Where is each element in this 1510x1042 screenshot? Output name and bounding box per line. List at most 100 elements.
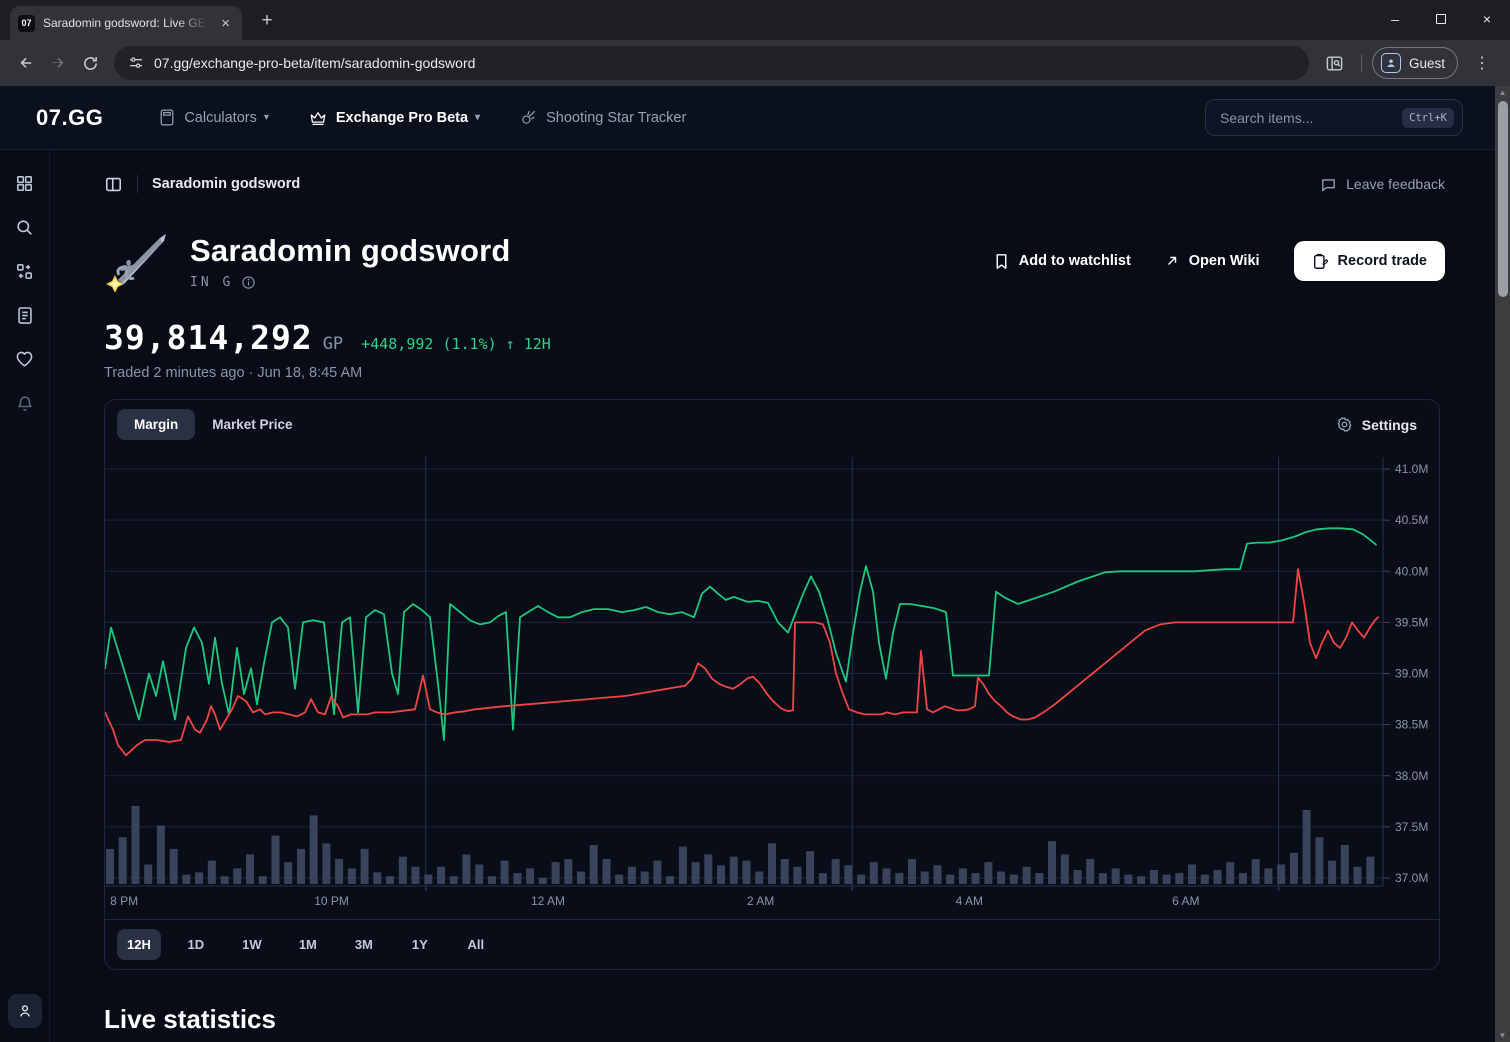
price-change: +448,992 (1.1%) ↑ 12H	[361, 335, 551, 353]
range-1w[interactable]: 1W	[231, 929, 273, 960]
add-to-watchlist-button[interactable]: Add to watchlist	[994, 253, 1131, 270]
item-subtitle: IN G	[190, 275, 511, 290]
svg-text:38.5M: 38.5M	[1395, 718, 1428, 732]
info-icon[interactable]	[241, 275, 256, 290]
browser-titlebar: 07 Saradomin godsword: Live GE P × + – ×	[0, 0, 1510, 40]
feedback-bubble-icon	[1320, 176, 1337, 193]
breadcrumb-divider	[137, 175, 138, 193]
nav-shooting-star[interactable]: Shooting Star Tracker	[520, 109, 686, 126]
nav-label: Shooting Star Tracker	[546, 110, 686, 126]
range-all[interactable]: All	[455, 929, 497, 960]
toolbar-divider	[1361, 54, 1362, 72]
dashboard-grid-icon[interactable]	[14, 172, 36, 194]
svg-text:41.0M: 41.0M	[1395, 462, 1428, 476]
panel-toggle-icon[interactable]	[104, 175, 123, 194]
chart-header: Margin Market Price Settings	[105, 400, 1439, 449]
item-name: Saradomin godsword	[190, 233, 511, 269]
item-header: Saradomin godsword IN G Add to watchlist…	[104, 230, 1445, 292]
settings-label: Settings	[1362, 417, 1417, 433]
compare-items-icon[interactable]	[14, 260, 36, 282]
item-actions: Add to watchlist Open Wiki Record trade	[994, 241, 1445, 281]
menu-kebab-icon[interactable]: ⋮	[1468, 53, 1496, 73]
current-price: 39,814,292	[104, 318, 313, 357]
search-icon[interactable]	[14, 216, 36, 238]
site-content: 07.GG Calculators ▾ Exchange Pro Beta ▾	[0, 86, 1495, 1042]
open-wiki-button[interactable]: Open Wiki	[1165, 253, 1260, 269]
chart-card: Margin Market Price Settings 41.0M 40.5M 4…	[104, 399, 1440, 970]
side-panel-search-icon[interactable]	[1319, 47, 1351, 79]
svg-text:6 AM: 6 AM	[1172, 894, 1199, 908]
svg-text:40.5M: 40.5M	[1395, 513, 1428, 527]
svg-text:4 AM: 4 AM	[956, 894, 983, 908]
left-rail	[0, 150, 50, 1042]
profile-chip[interactable]: Guest	[1372, 47, 1458, 79]
scrollbar-thumb[interactable]	[1498, 101, 1508, 297]
search-input[interactable]	[1220, 110, 1402, 126]
reload-button[interactable]	[74, 47, 106, 79]
tab-market-price[interactable]: Market Price	[195, 409, 309, 440]
nav-calculators[interactable]: Calculators ▾	[159, 109, 269, 126]
svg-text:39.5M: 39.5M	[1395, 615, 1428, 629]
forward-button[interactable]	[42, 47, 74, 79]
scroll-down-icon[interactable]: ▼	[1495, 1029, 1510, 1042]
item-title-block: Saradomin godsword IN G	[190, 233, 511, 290]
browser-tab[interactable]: 07 Saradomin godsword: Live GE P ×	[10, 6, 242, 40]
svg-text:39.0M: 39.0M	[1395, 667, 1428, 681]
close-button[interactable]: ×	[1464, 0, 1510, 38]
svg-text:2 AM: 2 AM	[747, 894, 774, 908]
alerts-bell-icon[interactable]	[14, 392, 36, 414]
shooting-star-icon	[520, 109, 537, 126]
price-chart[interactable]: 41.0M40.5M40.0M39.5M39.0M38.5M38.0M37.5M…	[105, 449, 1439, 919]
main-nav: Calculators ▾ Exchange Pro Beta ▾ Shooti…	[159, 109, 1205, 126]
breadcrumb-item[interactable]: Saradomin godsword	[152, 176, 300, 192]
item-search[interactable]: Ctrl+K	[1205, 99, 1463, 136]
breadcrumb: Saradomin godsword Leave feedback	[104, 170, 1445, 198]
window-controls: – ×	[1372, 0, 1510, 38]
search-shortcut-badge: Ctrl+K	[1402, 108, 1454, 128]
favorites-heart-icon[interactable]	[14, 348, 36, 370]
crown-icon	[309, 110, 327, 126]
nav-label: Calculators	[184, 110, 257, 126]
currency-label: GP	[323, 334, 343, 354]
record-trade-label: Record trade	[1338, 253, 1427, 269]
profile-label: Guest	[1409, 56, 1445, 71]
nav-label: Exchange Pro Beta	[336, 110, 468, 126]
watchlist-label: Add to watchlist	[1019, 253, 1131, 269]
site-logo[interactable]: 07.GG	[36, 105, 103, 131]
range-1y[interactable]: 1Y	[399, 929, 441, 960]
leave-feedback-label: Leave feedback	[1346, 176, 1445, 192]
minimize-button[interactable]: –	[1372, 0, 1418, 38]
new-tab-button[interactable]: +	[254, 8, 280, 34]
address-bar[interactable]: 07.gg/exchange-pro-beta/item/saradomin-g…	[114, 46, 1309, 80]
back-button[interactable]	[10, 47, 42, 79]
url-text: 07.gg/exchange-pro-beta/item/saradomin-g…	[154, 55, 475, 71]
browser-window: 07 Saradomin godsword: Live GE P × + – ×…	[0, 0, 1510, 1042]
notes-document-icon[interactable]	[14, 304, 36, 326]
leave-feedback-button[interactable]: Leave feedback	[1320, 176, 1445, 193]
svg-text:8 PM: 8 PM	[110, 894, 138, 908]
site-favicon: 07	[18, 15, 35, 32]
page-scrollbar[interactable]: ▲ ▼	[1495, 86, 1510, 1042]
tab-margin[interactable]: Margin	[117, 409, 195, 440]
chevron-down-icon: ▾	[475, 112, 480, 123]
maximize-button[interactable]	[1418, 0, 1464, 38]
scroll-up-icon[interactable]: ▲	[1495, 86, 1510, 99]
range-1d[interactable]: 1D	[175, 929, 217, 960]
profile-button[interactable]	[8, 994, 42, 1028]
record-trade-button[interactable]: Record trade	[1294, 241, 1445, 281]
range-3m[interactable]: 3M	[343, 929, 385, 960]
chart-settings-button[interactable]: Settings	[1336, 416, 1427, 433]
external-link-icon	[1165, 254, 1179, 268]
tab-close-icon[interactable]: ×	[217, 14, 234, 33]
site-header: 07.GG Calculators ▾ Exchange Pro Beta ▾	[0, 86, 1495, 150]
live-statistics-title: Live statistics	[104, 1004, 1445, 1035]
bookmark-icon	[994, 253, 1009, 270]
tune-icon	[128, 55, 144, 71]
range-12h[interactable]: 12H	[117, 929, 161, 960]
range-1m[interactable]: 1M	[287, 929, 329, 960]
svg-text:37.5M: 37.5M	[1395, 820, 1428, 834]
nav-exchange-pro[interactable]: Exchange Pro Beta ▾	[309, 110, 480, 126]
gear-icon	[1336, 416, 1353, 433]
svg-text:38.0M: 38.0M	[1395, 769, 1428, 783]
svg-text:37.0M: 37.0M	[1395, 871, 1428, 885]
